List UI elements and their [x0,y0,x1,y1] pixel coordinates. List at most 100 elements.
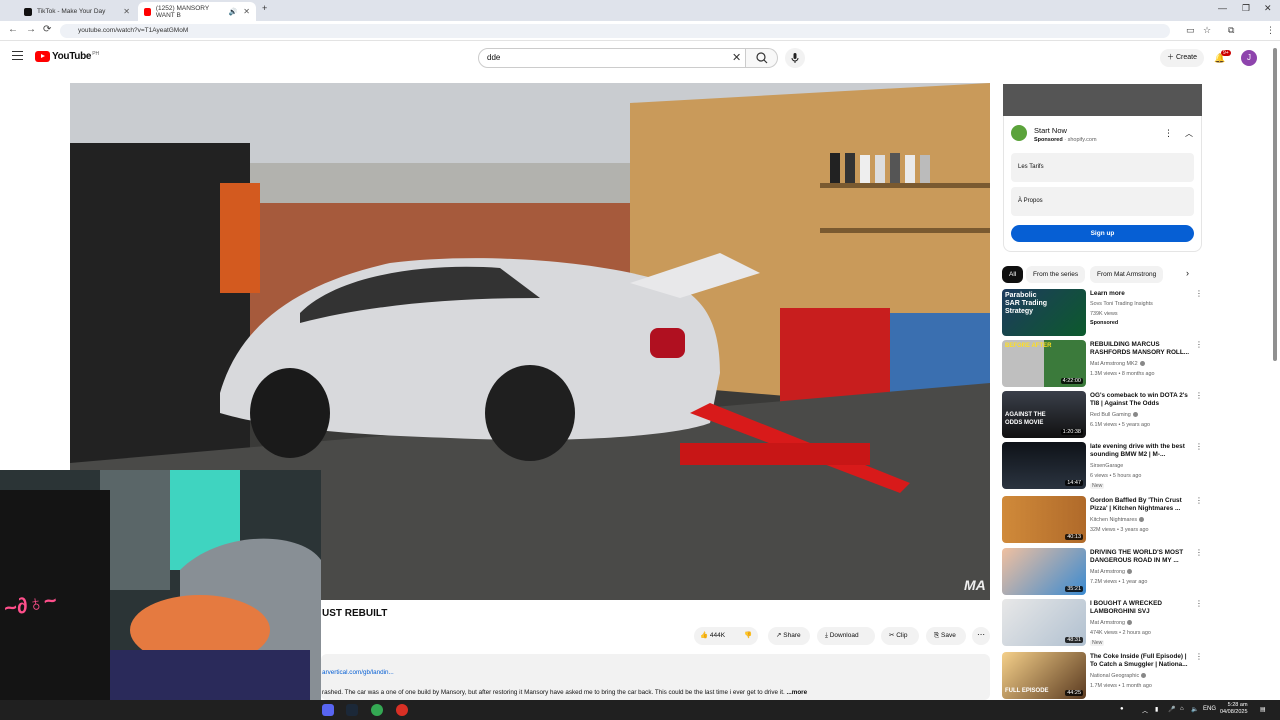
clock-date: 04/08/2025 [1220,709,1248,715]
share-button[interactable]: ↗ Share [768,627,810,645]
recommendation-item[interactable]: 14:47 late evening drive with the best s… [1002,442,1203,490]
video-thumbnail[interactable]: 14:47 [1002,442,1086,489]
ad-title[interactable]: Start Now [1034,126,1067,135]
tab-youtube[interactable]: (1252) MANSORY WANT B 🔊 ✕ [138,2,256,21]
recommendation-channel[interactable]: SirsenGarage [1090,463,1123,469]
recommendation-title[interactable]: DRIVING THE WORLD'S MOST DANGEROUS ROAD … [1090,549,1190,565]
clip-button[interactable]: ✂ Clip [881,627,919,645]
ad-link-tarifs[interactable]: Les Tarifs [1011,153,1194,182]
video-thumbnail[interactable]: 40:13 [1002,496,1086,543]
recommendation-title[interactable]: Learn more [1090,290,1190,298]
app-icon[interactable] [396,704,408,716]
colorful-app-icon[interactable]: ● [1120,706,1124,712]
steam-icon[interactable] [346,704,358,716]
recommendation-channel[interactable]: Mat Armstrong [1090,620,1133,626]
recommendation-title[interactable]: REBUILDING MARCUS RASHFORDS MANSORY ROLL… [1090,341,1190,357]
recommendation-item[interactable]: 35:21 DRIVING THE WORLD'S MOST DANGEROUS… [1002,548,1203,596]
recommendation-item[interactable]: 40:13 Gordon Baffled By 'Thin Crust Pizz… [1002,496,1203,544]
clear-search-icon[interactable]: ✕ [732,51,741,64]
video-menu-icon[interactable]: ⋮ [1195,391,1203,400]
minimize-icon[interactable]: — [1218,3,1227,13]
notification-center-icon[interactable]: ▤ [1260,706,1266,713]
microphone-tray-icon[interactable]: 🎤 [1168,706,1175,713]
chip-from-series[interactable]: From the series [1026,266,1086,283]
recommendation-title[interactable]: I BOUGHT A WRECKED LAMBORGHINI SVJ [1090,600,1190,616]
download-button[interactable]: ⤓ Download [817,627,875,645]
forward-icon[interactable]: → [26,24,36,35]
language-indicator[interactable]: ENG [1203,706,1216,712]
video-thumbnail[interactable]: BEFORE AFTER 4:22:00 [1002,340,1086,387]
video-menu-icon[interactable]: ⋮ [1195,442,1203,451]
recommendation-channel[interactable]: Mat Armstrong MK2 [1090,361,1145,367]
recommendation-item[interactable]: Parabolic SAR Trading Strategy Learn mor… [1002,289,1203,337]
ad-menu-icon[interactable]: ⋮ [1164,128,1173,139]
ad-banner-image[interactable] [1003,84,1202,116]
video-duration: 35:21 [1065,586,1083,592]
more-actions-button[interactable]: ⋯ [972,627,990,645]
chrome-icon[interactable] [371,704,383,716]
scrollbar-thumb[interactable] [1273,48,1277,361]
recommendation-channel[interactable]: Red Bull Gaming [1090,412,1138,418]
recommendation-channel[interactable]: Kitchen Nightmares [1090,517,1145,523]
recommendation-item[interactable]: BEFORE AFTER 4:22:00 REBUILDING MARCUS R… [1002,340,1203,388]
youtube-logo[interactable]: YouTube PH [35,51,99,62]
recommendation-channel[interactable]: National Geographic [1090,673,1147,679]
dislike-button[interactable]: 👎 [744,627,752,645]
ad-link-apropos[interactable]: À Propos [1011,187,1194,216]
video-thumbnail[interactable]: Parabolic SAR Trading Strategy [1002,289,1086,336]
speaker-icon[interactable]: 🔊 [229,8,238,16]
recommendation-title[interactable]: OG's comeback to win DOTA 2's TI8 | Agai… [1090,392,1190,408]
recommendation-item[interactable]: 48:31 I BOUGHT A WRECKED LAMBORGHINI SVJ… [1002,599,1203,647]
close-icon[interactable]: ✕ [123,7,130,16]
new-tab-icon[interactable]: + [262,3,267,13]
reload-icon[interactable]: ⟳ [43,24,51,35]
video-menu-icon[interactable]: ⋮ [1195,548,1203,557]
video-menu-icon[interactable]: ⋮ [1195,496,1203,505]
tab-tiktok[interactable]: TikTok - Make Your Day ✕ [18,2,136,21]
back-icon[interactable]: ← [8,24,18,35]
video-thumbnail[interactable]: FULL EPISODE 44:25 [1002,652,1086,699]
cast-icon[interactable]: ▭ [1186,25,1195,36]
bookmark-star-icon[interactable]: ☆ [1203,25,1211,36]
recommendation-title[interactable]: Gordon Baffled By 'Thin Crust Pizza' | K… [1090,497,1190,513]
search-button[interactable] [746,48,778,68]
voice-search-button[interactable] [785,48,805,68]
window-close-icon[interactable]: ✕ [1264,3,1272,14]
chip-from-mat-armstrong[interactable]: From Mat Armstrong [1090,266,1164,283]
video-thumbnail[interactable]: AGAINST THE ODDS MOVIE 1:20:38 [1002,391,1086,438]
recommendation-channel[interactable]: Sovs Toni Trading Insights [1090,301,1153,307]
taskbar-clock[interactable]: 5:28 am 04/08/2025 [1220,702,1248,716]
search-input[interactable]: dde [478,48,746,68]
extensions-icon[interactable]: ⧉ [1228,25,1234,36]
video-menu-icon[interactable]: ⋮ [1195,599,1203,608]
network-icon[interactable]: ⌂ [1180,706,1184,712]
maximize-icon[interactable]: ❐ [1242,3,1250,14]
tray-chevron-icon[interactable]: ︿ [1142,706,1148,715]
video-thumbnail[interactable]: 48:31 [1002,599,1086,646]
video-menu-icon[interactable]: ⋮ [1195,340,1203,349]
show-more-link[interactable]: ...more [786,689,807,696]
recommendation-item[interactable]: FULL EPISODE 44:25 The Coke Inside (Full… [1002,652,1203,700]
chevron-up-icon[interactable]: ︿ [1185,128,1193,139]
sign-up-button[interactable]: Sign up [1011,225,1194,242]
close-icon[interactable]: ✕ [243,7,250,16]
create-button[interactable]: ＋ Create [1160,49,1204,67]
url-input[interactable]: youtube.com/watch?v=T1AyeatGMoM [60,24,1170,38]
browser-menu-icon[interactable]: ⋮ [1266,25,1275,36]
hamburger-menu-icon[interactable] [12,51,23,61]
recommendation-channel[interactable]: Mat Armstrong [1090,569,1133,575]
video-menu-icon[interactable]: ⋮ [1195,289,1203,298]
chip-all[interactable]: All [1002,266,1024,283]
recommendation-item[interactable]: AGAINST THE ODDS MOVIE 1:20:38 OG's come… [1002,391,1203,439]
description-link[interactable]: arvertical.com/gb/landin... [322,669,394,676]
discord-icon[interactable] [322,704,334,716]
chevron-right-icon[interactable]: › [1186,268,1189,278]
recommendation-title[interactable]: The Coke Inside (Full Episode) | To Catc… [1090,653,1190,669]
volume-icon[interactable]: 🔈 [1191,706,1198,713]
save-button[interactable]: ⎘ Save [926,627,966,645]
video-thumbnail[interactable]: 35:21 [1002,548,1086,595]
like-button[interactable]: 👍 444K [700,627,725,645]
recommendation-title[interactable]: late evening drive with the best soundin… [1090,443,1190,459]
account-avatar[interactable]: J [1241,50,1257,66]
video-menu-icon[interactable]: ⋮ [1195,652,1203,661]
